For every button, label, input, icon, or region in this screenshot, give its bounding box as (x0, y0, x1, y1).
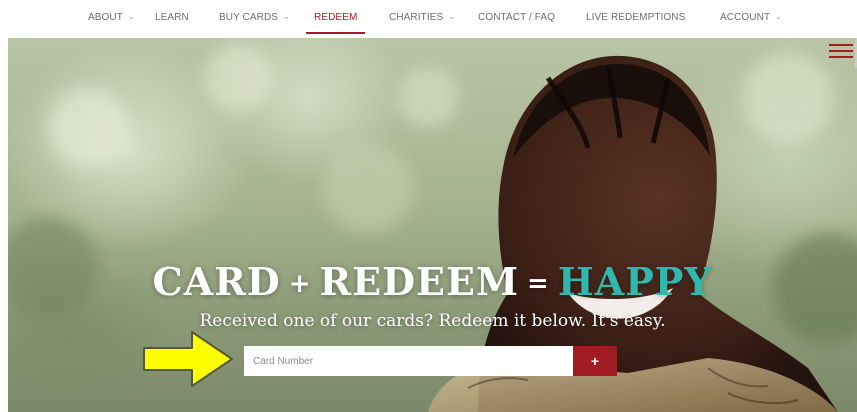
chevron-down-icon: ⌄ (283, 12, 290, 21)
card-number-input[interactable] (244, 346, 573, 376)
nav-item-label: CONTACT / FAQ (478, 12, 556, 23)
nav-item-charities[interactable]: CHARITIES ⌄ (389, 0, 455, 36)
redeem-form: + (244, 346, 617, 376)
nav-item-label: ABOUT (88, 12, 123, 23)
headline-equals: = (527, 269, 550, 300)
nav-item-account[interactable]: ACCOUNT ⌄ (720, 0, 782, 36)
hamburger-menu-icon[interactable] (829, 44, 853, 58)
headline-word-redeem: REDEEM (319, 259, 520, 305)
headline-word-happy: HAPPY (557, 259, 713, 305)
nav-item-label: ACCOUNT (720, 12, 771, 23)
chevron-down-icon: ⌄ (775, 12, 782, 21)
nav-item-live-redemptions[interactable]: LIVE REDEMPTIONS (586, 0, 685, 36)
hero-subheadline: Received one of our cards? Redeem it bel… (199, 311, 666, 331)
chevron-down-icon: ⌄ (127, 12, 135, 21)
nav-item-learn[interactable]: LEARN (155, 0, 189, 36)
top-navigation: ABOUT ⌄ LEARN BUY CARDS ⌄ REDEEM CHARITIES… (0, 0, 857, 36)
arrow-right-icon (142, 330, 234, 393)
nav-item-label: LEARN (155, 12, 189, 23)
hero-headline: CARD + REDEEM = HAPPY (8, 259, 857, 304)
nav-item-redeem[interactable]: REDEEM (305, 0, 366, 36)
nav-item-label: CHARITIES (389, 12, 444, 23)
nav-item-label: REDEEM (314, 12, 358, 23)
nav-item-about[interactable]: ABOUT ⌄ (88, 0, 135, 36)
nav-item-label: LIVE REDEMPTIONS (586, 12, 686, 23)
nav-item-label: BUY CARDS (219, 12, 279, 23)
chevron-down-icon: ⌄ (448, 12, 456, 21)
headline-plus: + (288, 269, 312, 300)
nav-item-contact-faq[interactable]: CONTACT / FAQ (478, 0, 555, 36)
headline-word-card: CARD (152, 259, 281, 305)
hero-banner: CARD + REDEEM = HAPPY Received one of our ca… (8, 38, 857, 412)
redeem-submit-button[interactable]: + (573, 346, 617, 376)
nav-item-buy-cards[interactable]: BUY CARDS ⌄ (219, 0, 290, 36)
